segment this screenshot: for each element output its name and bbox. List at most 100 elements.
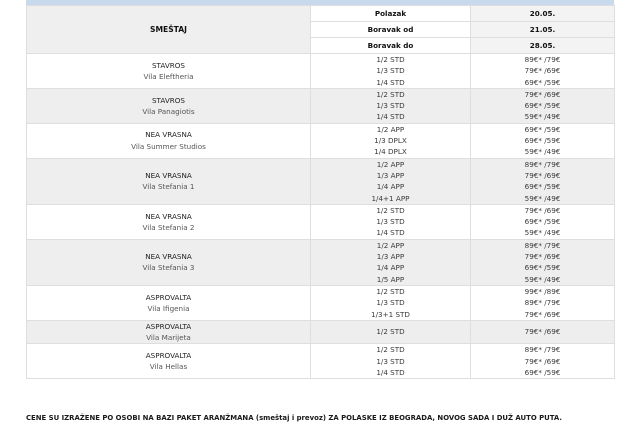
room-type: 1/4 STD [376,368,405,378]
room-type: 1/4 APP [376,263,405,273]
room-type-cell: 1/2 APP 1/3 APP 1/4 APP 1/4+1 APP [310,157,471,205]
stay-to-label: Boravak do [310,37,471,54]
price: 79€* /69€ [524,89,561,99]
price-cell: 89€* /79€ 79€* /69€ 69€* /59€ 59€* /49€ [470,238,615,286]
room-type-cell: 1/2 STD 1/3 STD 1/4 STD [310,343,471,380]
price: 89€* /79€ [524,159,561,169]
price: 59€* /49€ [524,228,561,238]
accommodation-cell: ASPROVALTA Vila Ifigenia [26,284,311,321]
room-type: 1/3+1 STD [371,309,410,319]
price-table: SMEŠTAJ Polazak 20.05. Boravak od 21.05.… [26,5,615,380]
room-type: 1/2 APP [376,159,405,169]
room-type: 1/3 APP [376,170,405,180]
price: 69€* /59€ [524,217,561,227]
room-type-cell: 1/2 STD 1/3 STD 1/4 STD [310,203,471,240]
price-cell: 69€* /59€ 69€* /59€ 59€* /49€ [470,122,615,159]
room-type: 1/2 STD [376,89,405,99]
room-type: 1/4 DPLX [374,147,407,157]
price: 59€* /49€ [524,274,561,284]
room-type: 1/3 STD [376,217,405,227]
vila-name: Vila Marijeta [146,333,191,343]
price: 79€* /69€ [524,205,561,215]
departure-label: Polazak [310,5,471,22]
price-cell: 89€* /79€ 79€* /69€ 69€* /59€ 59€* /49€ [470,157,615,205]
room-type-cell: 1/2 STD 1/3 STD 1/4 STD [310,53,471,89]
price: 89€* /79€ [524,298,561,308]
accommodation-row: STAVROS Vila Panagiotis 1/2 STD 1/3 STD 1/4 … [26,87,615,124]
price: 79€* /69€ [524,66,561,76]
place-name: STAVROS [152,60,185,70]
accommodation-cell: STAVROS Vila Panagiotis [26,87,311,124]
accommodation-row: NEA VRASNA Vila Stefania 3 1/2 APP 1/3 APP 1… [26,238,615,286]
price: 79€* /69€ [524,356,561,366]
room-type: 1/3 STD [376,66,405,76]
accommodation-row: ASPROVALTA Vila Marijeta 1/2 STD 79€* /69€ [26,319,615,345]
price: 69€* /59€ [524,182,561,192]
price: 69€* /59€ [524,124,561,134]
vila-name: Vila Summer Studios [131,141,206,151]
place-name: ASPROVALTA [145,321,192,331]
price-cell: 79€* /69€ [470,319,615,345]
price: 69€* /59€ [524,101,561,111]
accommodation-cell: ASPROVALTA Vila Hellas [26,343,311,380]
accommodation-cell: ASPROVALTA Vila Marijeta [26,319,311,345]
accommodation-row: NEA VRASNA Vila Summer Studios 1/2 APP 1/3 … [26,122,615,159]
vila-name: Vila Stefania 3 [142,263,195,273]
price: 69€* /59€ [524,263,561,273]
place-name: NEA VRASNA [145,170,192,180]
room-type: 1/4 STD [376,228,405,238]
room-type-cell: 1/2 APP 1/3 APP 1/4 APP 1/5 APP [310,238,471,286]
price: 79€* /69€ [524,327,561,337]
room-type: 1/2 APP [376,240,405,250]
price: 79€* /69€ [524,309,561,319]
price-cell: 89€* /79€ 79€* /69€ 69€* /59€ [470,53,615,89]
price: 89€* /79€ [524,345,561,355]
accommodation-row: NEA VRASNA Vila Stefania 2 1/2 STD 1/3 STD 1… [26,203,615,240]
price: 69€* /59€ [524,368,561,378]
vila-name: Vila Panagiotis [142,106,195,116]
price: 69€* /59€ [524,77,561,87]
vila-name: Vila Ifigenia [147,303,190,313]
room-type: 1/3 STD [376,298,405,308]
accommodation-row: STAVROS Vila Eleftheria 1/2 STD 1/3 STD 1/4 … [26,53,615,89]
room-type: 1/2 STD [376,286,405,296]
accommodation-row: NEA VRASNA Vila Stefania 1 1/2 APP 1/3 APP 1… [26,157,615,205]
room-type: 1/2 STD [376,327,405,337]
place-name: STAVROS [152,95,185,105]
price: 89€* /79€ [524,55,561,64]
accommodation-cell: NEA VRASNA Vila Stefania 1 [26,157,311,205]
place-name: NEA VRASNA [145,130,192,140]
stay-from-date: 21.05. [470,21,615,38]
price-cell: 79€* /69€ 69€* /59€ 59€* /49€ [470,203,615,240]
price: 79€* /69€ [524,170,561,180]
accommodation-cell: NEA VRASNA Vila Stefania 2 [26,203,311,240]
stay-from-label: Boravak od [310,21,471,38]
price: 89€* /79€ [524,240,561,250]
price-cell: 79€* /69€ 69€* /59€ 59€* /49€ [470,87,615,124]
departure-date: 20.05. [470,5,615,22]
accommodation-cell: NEA VRASNA Vila Summer Studios [26,122,311,159]
room-type: 1/3 DPLX [374,136,407,146]
price: 59€* /49€ [524,193,561,203]
price-table-body: SMEŠTAJ Polazak 20.05. Boravak od 21.05.… [26,5,615,380]
room-type: 1/4 APP [376,182,405,192]
vila-name: Vila Stefania 2 [142,222,195,232]
room-type-cell: 1/2 APP 1/3 DPLX 1/4 DPLX [310,122,471,159]
price: 59€* /49€ [524,112,561,122]
price-cell: 99€* /89€ 89€* /79€ 79€* /69€ [470,284,615,321]
room-type: 1/5 APP [376,274,405,284]
price: 99€* /89€ [524,286,561,296]
room-type: 1/2 STD [376,345,405,355]
room-type: 1/2 APP [376,124,405,134]
vila-name: Vila Stefania 1 [142,182,195,192]
room-type: 1/3 APP [376,252,405,262]
price: 59€* /49€ [524,147,561,157]
room-type: 1/2 STD [376,55,405,64]
room-type-cell: 1/2 STD 1/3 STD 1/4 STD [310,87,471,124]
room-type: 1/2 STD [376,205,405,215]
price: 69€* /59€ [524,136,561,146]
place-name: NEA VRASNA [145,252,192,262]
room-type: 1/3 STD [376,356,405,366]
room-type-cell: 1/2 STD 1/3 STD 1/3+1 STD [310,284,471,321]
accommodation-cell: NEA VRASNA Vila Stefania 3 [26,238,311,286]
